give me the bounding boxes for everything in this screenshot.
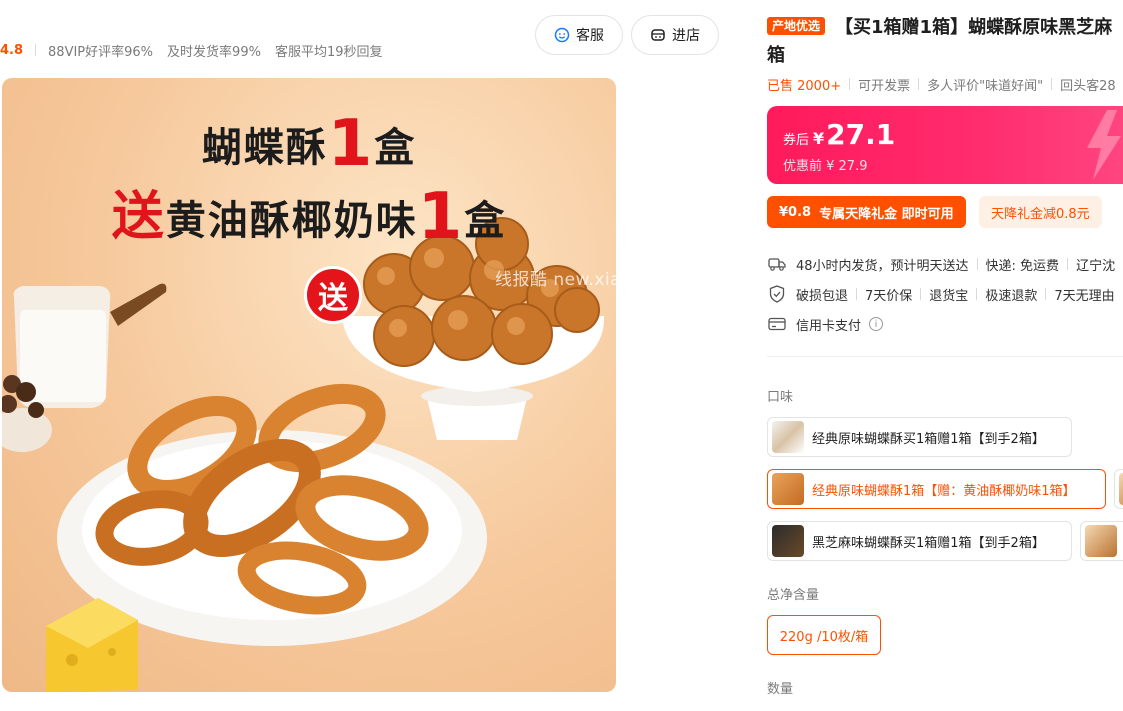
flavor-option-partial[interactable] [1080,521,1123,561]
sold-count: 已售 2000+ [767,78,842,94]
headline-text: 黄油酥椰奶味 [165,198,418,244]
flavor-option[interactable]: 经典原味蝴蝶酥买1箱赠1箱【到手2箱】 [767,417,1072,457]
chat-smile-icon [554,27,570,43]
invoice-note: 可开发票 [858,78,911,94]
info-icon[interactable]: i [869,317,884,331]
shipping-fee: 快递: 免运费 [985,258,1060,274]
divider [976,288,978,300]
promo-headline-1: 蝴蝶酥1盒 [2,112,616,176]
coupon-text: 专属天降礼金 即时可用 [819,206,954,222]
credit-card-payment: 信用卡支付 [796,318,862,334]
enter-store-label: 进店 [672,28,700,44]
coupon-amount: ¥0.8 [779,204,812,220]
ship-from: 辽宁沈 [1076,258,1116,274]
option-label: 经典原味蝴蝶酥买1箱赠1箱【到手2箱】 [812,431,1045,447]
vip-rating: 88VIP好评率96% [48,44,154,60]
payment-info: 信用卡支付 i [767,314,1123,334]
headline-number: 1 [327,107,375,181]
shield-icon [767,285,787,303]
product-meta: 已售 2000+ 可开发票 多人评价"味道好闻" 回头客28 [767,74,1123,94]
shop-score: 4.8 [0,42,24,58]
shipping-info: 48小时内发货，预计明天送达 快递: 免运费 辽宁沈 [767,254,1123,274]
guarantee-info[interactable]: 破损包退 7天价保 退货宝 极速退款 7天无理由 [767,284,1123,304]
weight-option-selected[interactable]: 220g /10枚/箱 [767,615,881,655]
guarantee-no-reason-return: 7天无理由 [1054,288,1115,304]
headline-number: 1 [417,180,465,254]
flavor-option-partial[interactable] [1114,469,1123,509]
credit-card-icon [767,315,787,333]
divider [849,78,851,90]
divider [1051,78,1053,90]
quantity-label: 数量 [767,682,794,697]
option-thumbnail [772,525,804,557]
divider [856,288,858,300]
price-after-coupon: 券后 ¥ 27.1 [783,118,895,151]
price-card: 券后 ¥ 27.1 优惠前 ¥ 27.9 [767,106,1123,184]
net-weight-label: 总净含量 [767,588,820,603]
currency-symbol: ¥ [813,129,825,148]
price-before-discount: 优惠前 ¥ 27.9 [783,159,868,174]
enter-store-button[interactable]: 进店 [631,15,719,55]
shop-stats-bar: 4.8 88VIP好评率96% 及时发货率99% 客服平均19秒回复 [0,40,397,60]
repeat-customers: 回头客28 [1060,78,1116,94]
option-label: 黑芝麻味蝴蝶酥买1箱赠1箱【到手2箱】 [812,535,1045,551]
price-after-value: 27.1 [826,118,896,151]
guarantee-return-insurance: 退货宝 [929,288,969,304]
customer-service-button[interactable]: 客服 [535,15,623,55]
divider [35,44,37,56]
section-divider [767,356,1123,357]
product-main-image[interactable]: 蝴蝶酥1盒 送黄油酥椰奶味1盒 送 [2,78,616,692]
coupon-discount-note[interactable]: 天降礼金减0.8元 [979,196,1102,228]
divider [1067,258,1069,270]
delivery-estimate: 48小时内发货，预计明天送达 [796,258,969,274]
gift-badge: 送 [304,266,362,324]
flavor-option-selected[interactable]: 经典原味蝴蝶酥1箱【赠：黄油酥椰奶味1箱】 [767,469,1106,509]
headline-text: 盒 [374,125,417,171]
divider [1045,288,1047,300]
promo-headline-2: 送黄油酥椰奶味1盒 [2,174,616,249]
price-after-label: 券后 [783,133,810,148]
option-thumbnail [772,473,804,505]
headline-gift-word: 送 [111,187,166,247]
guarantee-price: 7天价保 [865,288,913,304]
lightning-icon [1087,110,1121,180]
option-thumbnail [772,421,804,453]
product-title: 产地优选 【买1箱赠1箱】蝴蝶酥原味黑芝麻 箱 [767,14,1123,70]
headline-text: 蝴蝶酥 [201,125,328,171]
shipping-rate: 及时发货率99% [167,44,261,60]
customer-service-label: 客服 [576,28,604,44]
watermark: 线报酷 new.xianbao.fun [495,270,701,290]
divider [976,258,978,270]
store-icon [650,27,666,43]
exclusive-coupon-button[interactable]: ¥0.8 专属天降礼金 即时可用 [767,196,966,228]
title-text-line2: 箱 [767,45,785,66]
option-thumbnail [1119,473,1123,505]
reply-time: 客服平均19秒回复 [274,44,383,60]
guarantee-fast-refund: 极速退款 [985,288,1038,304]
headline-text: 盒 [464,198,507,244]
truck-icon [767,255,787,273]
option-label: 经典原味蝴蝶酥1箱【赠：黄油酥椰奶味1箱】 [812,483,1076,499]
divider [920,288,922,300]
title-text: 【买1箱赠1箱】蝴蝶酥原味黑芝麻 [835,17,1113,38]
flavor-label: 口味 [767,390,794,405]
review-highlight[interactable]: 多人评价"味道好闻" [927,75,1043,94]
divider [918,78,920,90]
guarantee-damage: 破损包退 [796,288,849,304]
option-thumbnail [1085,525,1117,557]
flavor-option[interactable]: 黑芝麻味蝴蝶酥买1箱赠1箱【到手2箱】 [767,521,1072,561]
origin-tag: 产地优选 [767,17,826,35]
